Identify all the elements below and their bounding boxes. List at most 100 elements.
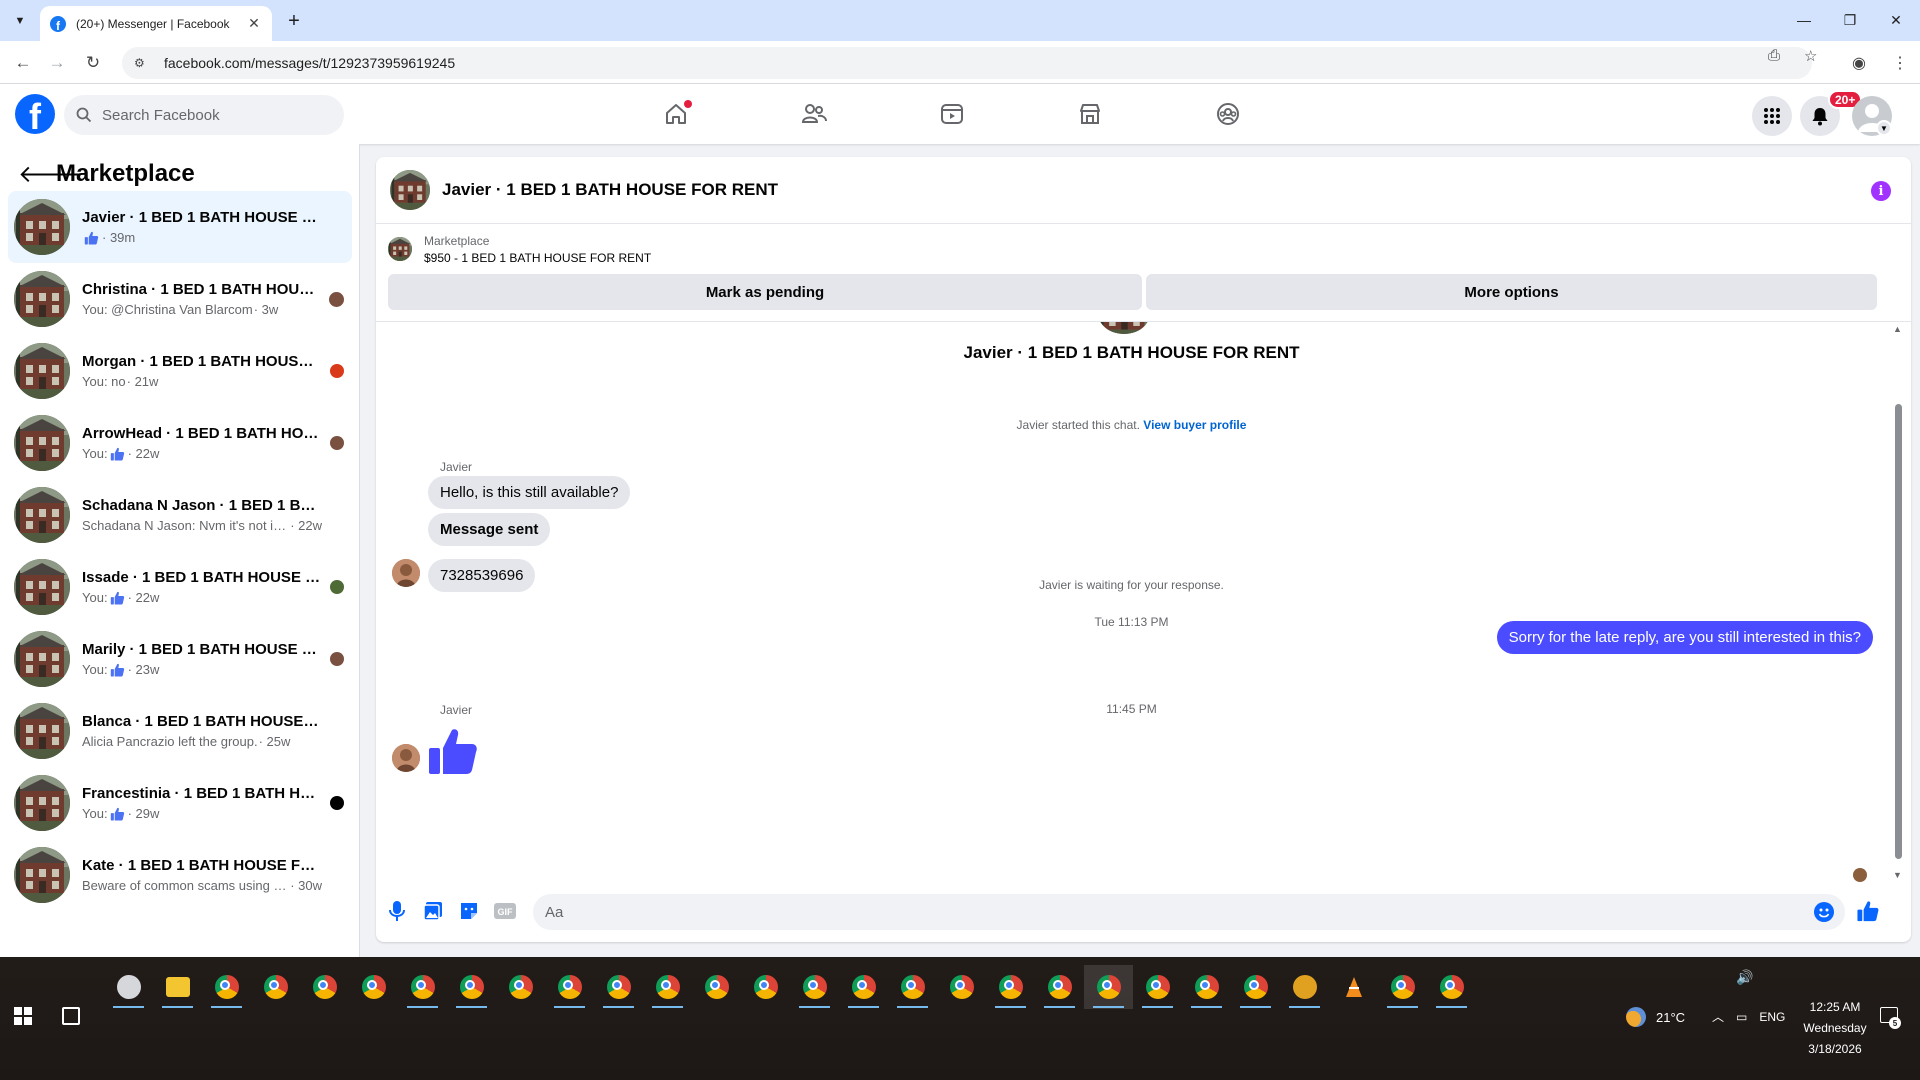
info-icon[interactable]: i	[1871, 181, 1891, 201]
back-icon[interactable]: ←	[10, 50, 36, 76]
thread-scrollbar[interactable]: ▲ ▼	[1887, 322, 1911, 882]
message-input[interactable]	[533, 894, 1845, 930]
task-view-icon[interactable]	[62, 1007, 80, 1025]
windows-start-icon[interactable]	[14, 1007, 32, 1025]
bookmark-star-icon[interactable]: ☆	[1804, 47, 1817, 65]
taskbar-mail-app-icon[interactable]	[104, 965, 153, 1009]
outgoing-message[interactable]: Sorry for the late reply, are you still …	[1496, 621, 1873, 654]
browser-tab[interactable]: f (20+) Messenger | Facebook ✕	[40, 6, 272, 41]
scroll-down-icon[interactable]: ▼	[1893, 870, 1902, 880]
conversation-preview: Schadana N Jason: Nvm it's not in w... · …	[82, 518, 322, 533]
conversation-item[interactable]: Blanca · 1 BED 1 BATH HOUSE FOR RENT Alic…	[8, 695, 352, 767]
volume-icon[interactable]: 🔊	[1736, 969, 1753, 986]
install-app-icon[interactable]: ⎙	[1768, 47, 1780, 64]
listing-price[interactable]: $950 - 1 BED 1 BATH HOUSE FOR RENT	[424, 251, 651, 265]
taskbar-chrome-profile-icon[interactable]	[496, 965, 545, 1009]
language-indicator[interactable]: ENG	[1759, 1010, 1785, 1024]
taskbar-chrome-profile-icon[interactable]	[300, 965, 349, 1009]
taskbar-chrome-profile-icon[interactable]	[1084, 965, 1133, 1009]
taskbar-chrome-profile-icon[interactable]	[741, 965, 790, 1009]
conversation-text: Morgan · 1 BED 1 BATH HOUSE FOR RENT You:…	[82, 353, 322, 389]
taskbar-chrome-profile-icon[interactable]	[790, 965, 839, 1009]
conversation-item[interactable]: Morgan · 1 BED 1 BATH HOUSE FOR RENT You:…	[8, 335, 352, 407]
reload-icon[interactable]: ↻	[80, 50, 106, 76]
conversation-preview: Beware of common scams using pay... · 30w	[82, 878, 322, 893]
tab-search-chevron-icon[interactable]: ▼	[8, 9, 32, 33]
thumbs-up-icon[interactable]	[428, 726, 478, 776]
chrome-profile-icon	[704, 975, 729, 999]
taskbar-chrome-profile-icon[interactable]	[937, 965, 986, 1009]
more-options-button[interactable]: More options	[1146, 274, 1877, 310]
weather-widget[interactable]: 21°C	[1626, 1007, 1685, 1027]
taskbar-chrome-profile-icon[interactable]	[888, 965, 937, 1009]
microphone-icon[interactable]	[386, 900, 408, 922]
conversation-item[interactable]: Francestinia · 1 BED 1 BATH HOUSE FOR RE…	[8, 767, 352, 839]
address-bar[interactable]: ⚙ facebook.com/messages/t/12923739596192…	[122, 47, 1812, 79]
emoji-icon[interactable]	[1814, 902, 1834, 922]
facebook-logo-icon[interactable]: f	[15, 94, 55, 134]
nav-video-icon[interactable]	[934, 96, 970, 132]
conversation-item[interactable]: Javier · 1 BED 1 BATH HOUSE FOR RENT · 39…	[8, 191, 352, 263]
taskbar-chrome-profile-icon[interactable]	[986, 965, 1035, 1009]
incoming-message[interactable]: Message sent	[428, 513, 551, 546]
send-like-icon[interactable]	[1856, 899, 1880, 923]
sticker-icon[interactable]	[458, 900, 480, 922]
back-arrow-icon[interactable]: 🡐	[18, 159, 82, 189]
listing-avatar[interactable]	[390, 170, 430, 210]
nav-friends-icon[interactable]	[796, 96, 832, 132]
forward-icon[interactable]: →	[44, 50, 70, 76]
taskbar-chrome-profile-icon[interactable]	[545, 965, 594, 1009]
minimize-icon[interactable]: —	[1792, 8, 1816, 32]
conversation-item[interactable]: ArrowHead · 1 BED 1 BATH HOUSE FOR RENT Y…	[8, 407, 352, 479]
mark-as-pending-button[interactable]: Mark as pending	[388, 274, 1142, 310]
conversation-item[interactable]: Christina · 1 BED 1 BATH HOUSE FOR RENT Y…	[8, 263, 352, 335]
new-tab-button[interactable]: +	[282, 9, 306, 33]
scrollbar-thumb[interactable]	[1895, 404, 1902, 859]
taskbar-chrome-canary-icon[interactable]	[349, 965, 398, 1009]
taskbar-chrome-profile-icon[interactable]	[1231, 965, 1280, 1009]
sender-avatar[interactable]	[392, 744, 420, 772]
restore-icon[interactable]: ❐	[1838, 8, 1862, 32]
taskbar-chrome-profile-icon[interactable]	[839, 965, 888, 1009]
taskbar-vlc-icon[interactable]	[1329, 965, 1378, 1009]
taskbar-chrome-profile-icon[interactable]	[1035, 965, 1084, 1009]
taskbar-chrome-profile-icon[interactable]	[1427, 965, 1476, 1009]
conversation-item[interactable]: Marily · 1 BED 1 BATH HOUSE FOR RENT You:…	[8, 623, 352, 695]
listing-thumbnail[interactable]	[388, 237, 412, 261]
conversation-preview: You: · 22w	[82, 590, 322, 606]
taskbar-chrome-profile-icon[interactable]	[1182, 965, 1231, 1009]
nav-marketplace-icon[interactable]	[1072, 96, 1108, 132]
facebook-search-input[interactable]: Search Facebook	[64, 95, 344, 135]
gif-icon[interactable]: GIF	[494, 900, 516, 922]
profile-icon[interactable]: ◉	[1852, 53, 1866, 73]
taskbar-chrome-profile-icon[interactable]	[1133, 965, 1182, 1009]
taskbar-chrome-profile-icon[interactable]	[692, 965, 741, 1009]
incoming-message[interactable]: Hello, is this still available?	[428, 476, 631, 509]
taskbar-chrome-profile-icon[interactable]	[202, 965, 251, 1009]
tab-close-icon[interactable]: ✕	[246, 15, 262, 32]
taskbar-chrome-profile-icon[interactable]	[594, 965, 643, 1009]
taskbar-chrome-profile-icon[interactable]	[447, 965, 496, 1009]
network-icon[interactable]: ▭	[1736, 1010, 1747, 1024]
clock[interactable]: 12:25 AM Wednesday 3/18/2026	[1790, 997, 1880, 1060]
conversation-item[interactable]: Kate · 1 BED 1 BATH HOUSE FOR RENT Beware…	[8, 839, 352, 911]
account-chevron-icon[interactable]: ▼	[1876, 120, 1892, 136]
taskbar-chrome-profile-icon[interactable]	[643, 965, 692, 1009]
nav-groups-icon[interactable]	[1210, 96, 1246, 132]
tray-expand-chevron-icon[interactable]: ︿	[1712, 1008, 1724, 1025]
photo-icon[interactable]	[422, 900, 444, 922]
taskbar-file-explorer-icon[interactable]	[153, 965, 202, 1009]
site-info-icon[interactable]: ⚙	[134, 56, 152, 70]
scroll-up-icon[interactable]: ▲	[1893, 324, 1902, 334]
chat-title[interactable]: Javier · 1 BED 1 BATH HOUSE FOR RENT	[442, 180, 778, 200]
taskbar-chrome-profile-icon[interactable]	[1378, 965, 1427, 1009]
close-window-icon[interactable]: ✕	[1884, 8, 1908, 32]
menu-kebab-icon[interactable]: ⋮	[1892, 53, 1908, 73]
taskbar-chrome-profile-icon[interactable]	[398, 965, 447, 1009]
conversation-item[interactable]: Issade · 1 BED 1 BATH HOUSE FOR RENT You:…	[8, 551, 352, 623]
taskbar-chrome-icon[interactable]	[251, 965, 300, 1009]
menu-grid-icon[interactable]	[1752, 96, 1792, 136]
taskbar-gold-app-icon[interactable]	[1280, 965, 1329, 1009]
conversation-item[interactable]: Schadana N Jason · 1 BED 1 BATH HOUSE FO…	[8, 479, 352, 551]
view-buyer-profile-link[interactable]: View buyer profile	[1143, 418, 1246, 432]
